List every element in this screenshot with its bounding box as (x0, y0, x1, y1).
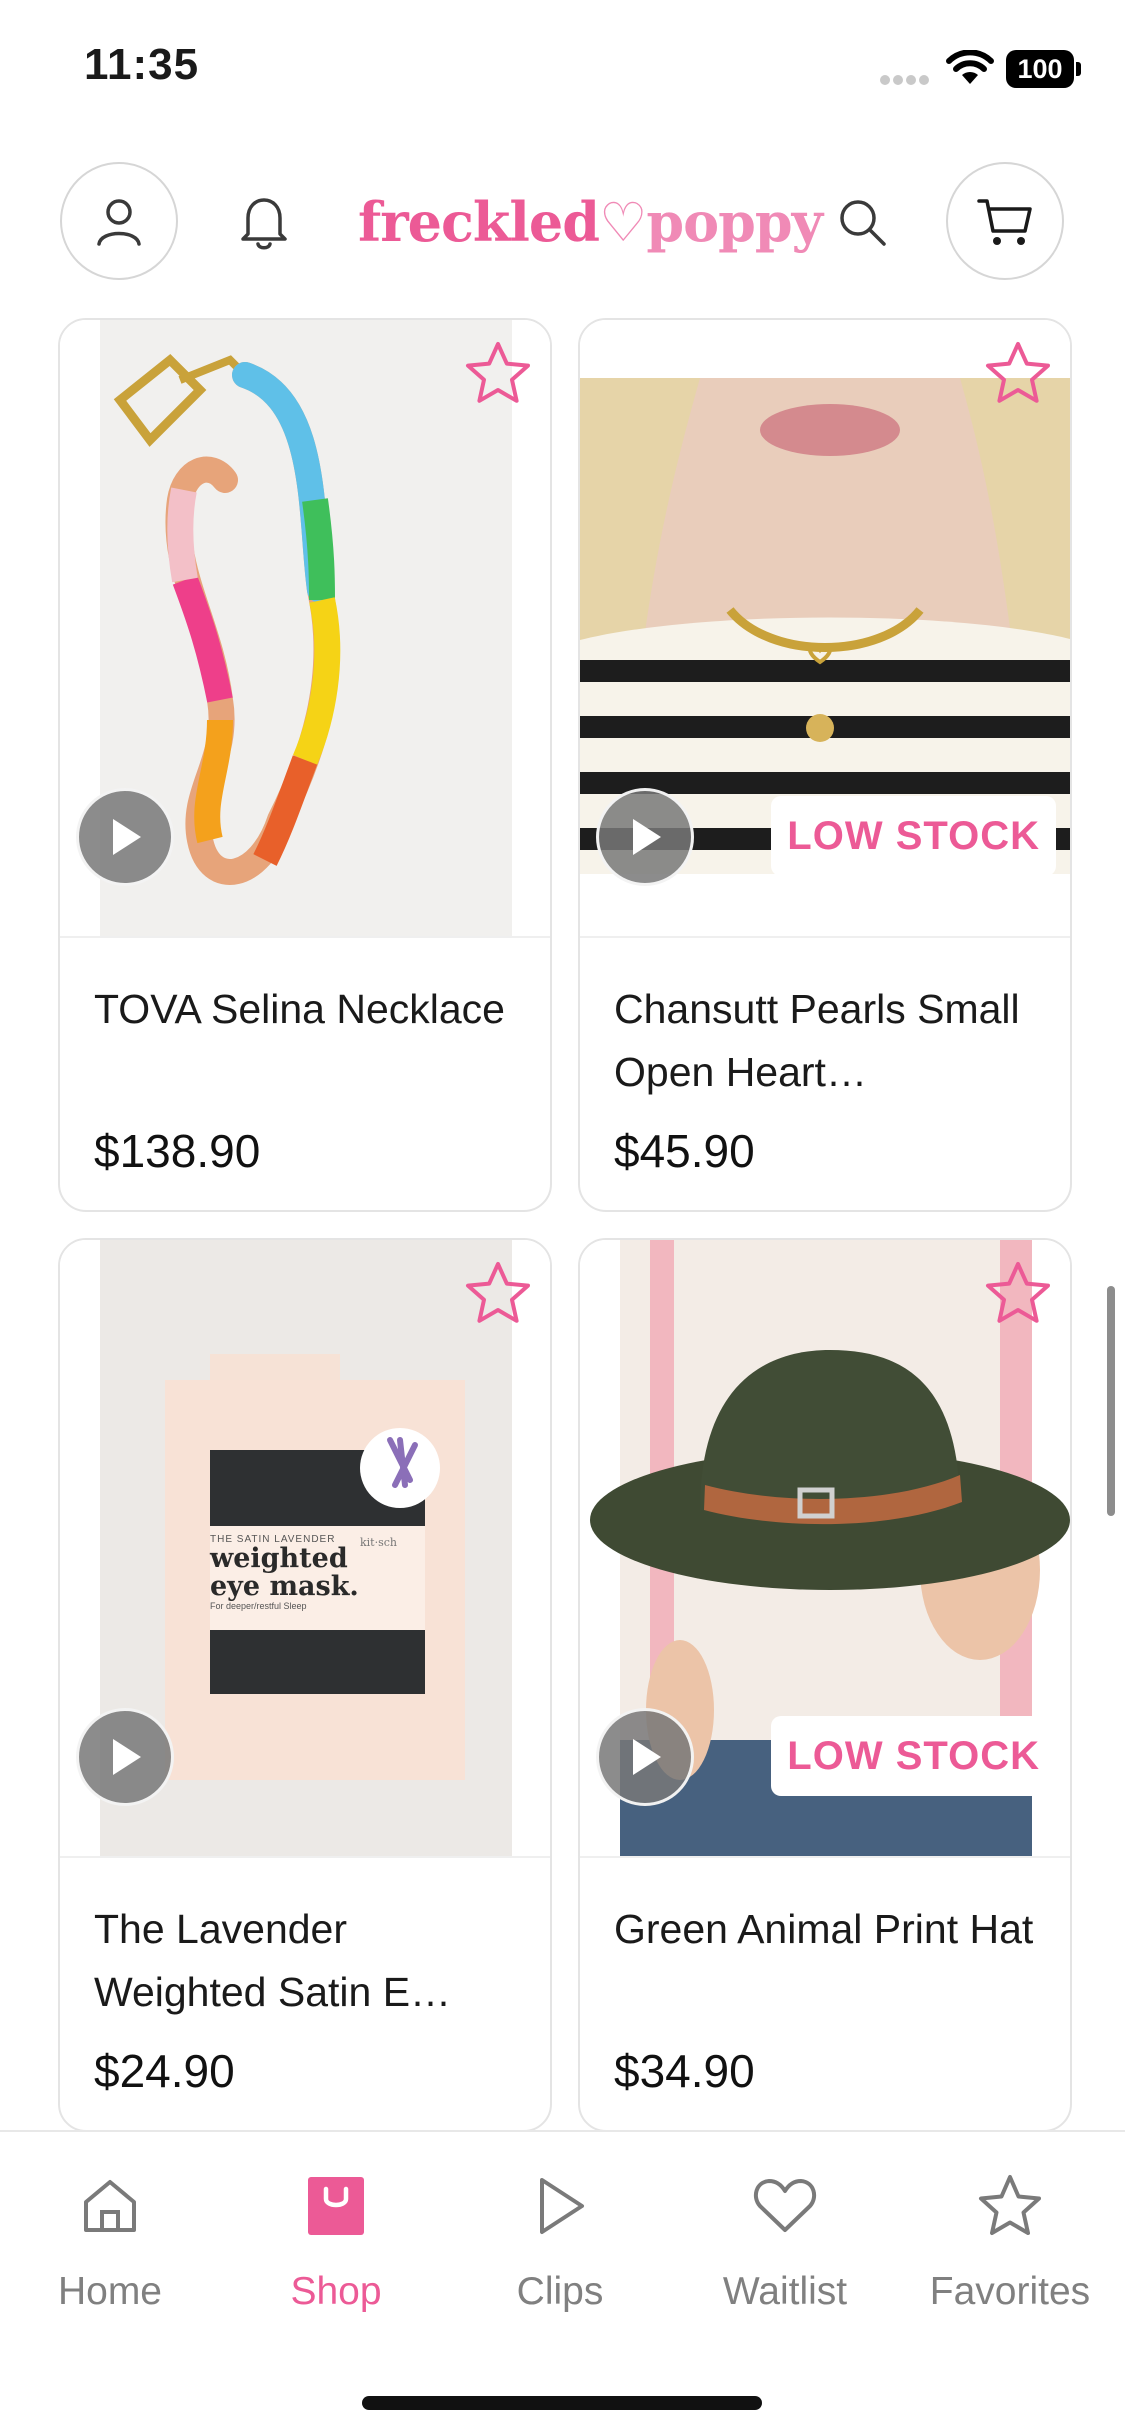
app-header: freckled ♡ poppy (0, 158, 1125, 288)
low-stock-badge: LOW STOCK (771, 796, 1056, 876)
logo-text-freckled: freckled (358, 190, 600, 254)
tab-label: Clips (516, 2270, 604, 2313)
search-icon (840, 200, 886, 246)
status-time: 11:35 (84, 40, 200, 89)
favorite-star-icon[interactable] (462, 1258, 534, 1330)
product-title[interactable]: The Lavender Weighted Satin E… (94, 1898, 516, 2024)
play-icon (633, 1739, 661, 1775)
cellular-signal-icon (880, 72, 934, 85)
package-title-2: eye mask. (210, 1571, 359, 1602)
profile-button[interactable] (60, 162, 178, 280)
product-title[interactable]: TOVA Selina Necklace (94, 978, 516, 1104)
product-image[interactable]: THE SATIN LAVENDER weighted eye mask. Fo… (60, 1240, 550, 1858)
play-video-button[interactable] (596, 788, 694, 886)
package-brand: kit·sch (360, 1536, 397, 1549)
tab-label: Waitlist (722, 2270, 848, 2313)
tab-label: Favorites (929, 2270, 1091, 2313)
product-title[interactable]: Green Animal Print Hat (614, 1898, 1036, 2024)
status-bar: 11:35 100 (0, 0, 1125, 130)
user-icon (97, 199, 141, 246)
tab-favorites[interactable]: Favorites (910, 2166, 1110, 2326)
heart-icon (753, 2179, 817, 2232)
shopping-bag-icon (308, 2177, 364, 2235)
tab-label: Home (57, 2270, 163, 2313)
logo-heart: ♡ (598, 190, 647, 254)
cart-icon (977, 199, 1032, 245)
product-price: $45.90 (614, 1125, 755, 1177)
play-icon (113, 1739, 141, 1775)
product-price: $24.90 (94, 2045, 235, 2097)
play-video-button[interactable] (76, 788, 174, 886)
product-card[interactable]: LOW STOCK Green Animal Print Hat $34.90 (578, 1238, 1072, 2132)
battery-level: 100 (1006, 50, 1074, 88)
play-video-button[interactable] (76, 1708, 174, 1806)
home-icon (84, 2180, 136, 2232)
cart-button[interactable] (946, 162, 1064, 280)
wifi-icon (946, 50, 994, 84)
low-stock-badge: LOW STOCK (771, 1716, 1056, 1796)
play-icon (540, 2178, 584, 2234)
tab-home[interactable]: Home (10, 2166, 210, 2326)
product-price: $138.90 (94, 1125, 261, 1177)
notifications-button[interactable] (222, 180, 306, 264)
favorite-star-icon[interactable] (982, 338, 1054, 410)
product-image[interactable]: LOW STOCK (580, 1240, 1070, 1858)
product-image[interactable] (60, 320, 550, 938)
play-video-button[interactable] (596, 1708, 694, 1806)
favorite-star-icon[interactable] (462, 338, 534, 410)
tab-bar: Home Shop Clips Waitlist Favorites (0, 2130, 1125, 2436)
product-image[interactable]: LOW STOCK (580, 320, 1070, 938)
tab-waitlist[interactable]: Waitlist (685, 2166, 885, 2326)
product-card[interactable]: THE SATIN LAVENDER weighted eye mask. Fo… (58, 1238, 552, 2132)
brand-logo: freckled ♡ poppy (358, 186, 823, 258)
tab-clips[interactable]: Clips (460, 2166, 660, 2326)
product-price: $34.90 (614, 2045, 755, 2097)
package-title-1: weighted (210, 1543, 348, 1574)
star-icon (979, 2175, 1041, 2235)
home-indicator[interactable] (362, 2396, 762, 2410)
scrollbar[interactable] (1107, 1286, 1115, 1516)
play-icon (633, 819, 661, 855)
product-title[interactable]: Chansutt Pearls Small Open Heart… (614, 978, 1036, 1104)
logo-text-poppy: poppy (646, 190, 823, 254)
tab-label: Shop (290, 2270, 382, 2313)
product-card[interactable]: LOW STOCK Chansutt Pearls Small Open Hea… (578, 318, 1072, 1212)
battery-icon: 100 (1006, 50, 1082, 88)
search-button[interactable] (820, 180, 904, 264)
bell-icon (241, 198, 287, 250)
product-card[interactable]: TOVA Selina Necklace $138.90 (58, 318, 552, 1212)
play-icon (113, 819, 141, 855)
package-subtitle: For deeper/restful Sleep (210, 1601, 307, 1611)
favorite-star-icon[interactable] (982, 1258, 1054, 1330)
tab-shop[interactable]: Shop (236, 2166, 436, 2326)
